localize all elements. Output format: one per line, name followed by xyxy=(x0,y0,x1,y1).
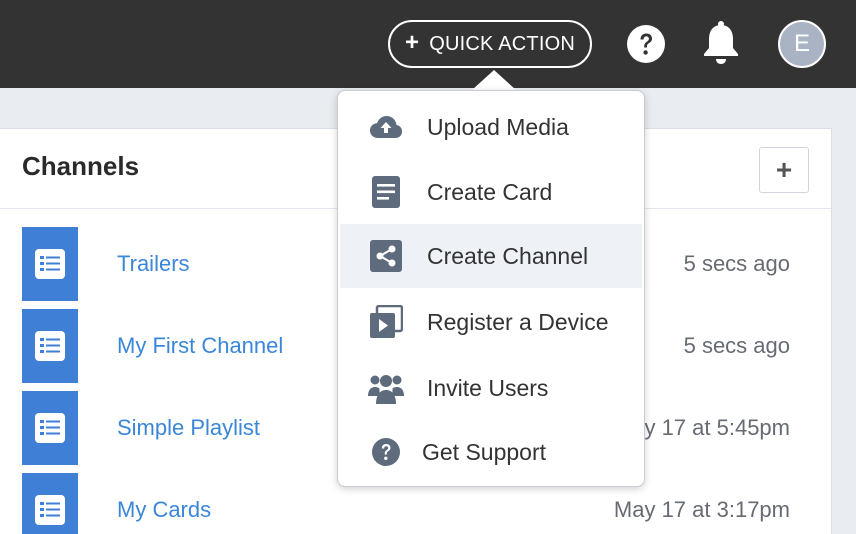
menu-item-label: Register a Device xyxy=(427,308,609,335)
top-bar: + QUICK ACTION E xyxy=(0,0,856,88)
menu-item-invite-users[interactable]: Invite Users xyxy=(340,356,642,420)
add-channel-button[interactable]: + xyxy=(759,147,809,193)
list-icon xyxy=(22,391,78,465)
plus-icon: + xyxy=(405,29,420,56)
menu-item-label: Create Card xyxy=(427,178,553,205)
users-icon xyxy=(368,370,404,406)
menu-item-get-support[interactable]: Get Support xyxy=(340,420,642,484)
menu-item-label: Invite Users xyxy=(427,374,549,401)
channel-name-link[interactable]: My Cards xyxy=(117,497,211,523)
device-icon xyxy=(368,304,404,340)
page-title: Channels xyxy=(22,151,140,181)
list-icon xyxy=(22,473,78,534)
menu-item-upload-media[interactable]: Upload Media xyxy=(340,95,642,159)
bell-icon[interactable] xyxy=(700,20,742,66)
list-icon xyxy=(22,227,78,301)
help-icon[interactable] xyxy=(626,24,666,64)
menu-item-create-channel[interactable]: Create Channel xyxy=(340,224,642,288)
help-icon xyxy=(368,434,404,470)
cloud-upload-icon xyxy=(368,109,404,145)
updated-time: 5 secs ago xyxy=(683,251,790,276)
channel-name-link[interactable]: Simple Playlist xyxy=(117,415,260,441)
avatar[interactable]: E xyxy=(778,20,826,68)
quick-action-label: QUICK ACTION xyxy=(429,32,575,55)
menu-item-register-device[interactable]: Register a Device xyxy=(340,290,642,354)
menu-item-label: Upload Media xyxy=(427,113,569,140)
menu-item-label: Create Channel xyxy=(427,242,589,269)
updated-time: May 17 at 3:17pm xyxy=(613,497,790,522)
menu-item-label: Get Support xyxy=(422,438,547,465)
quick-action-menu: Upload Media Create Card Create Channel xyxy=(337,90,645,487)
list-icon xyxy=(22,309,78,383)
quick-action-button[interactable]: + QUICK ACTION xyxy=(388,20,592,68)
share-icon xyxy=(368,238,404,274)
menu-item-create-card[interactable]: Create Card xyxy=(340,160,642,224)
avatar-initial: E xyxy=(793,30,810,57)
card-icon xyxy=(368,174,404,210)
updated-time: 5 secs ago xyxy=(683,333,790,358)
menu-caret xyxy=(472,70,516,90)
channel-name-link[interactable]: Trailers xyxy=(117,251,190,277)
channel-name-link[interactable]: My First Channel xyxy=(117,333,283,359)
